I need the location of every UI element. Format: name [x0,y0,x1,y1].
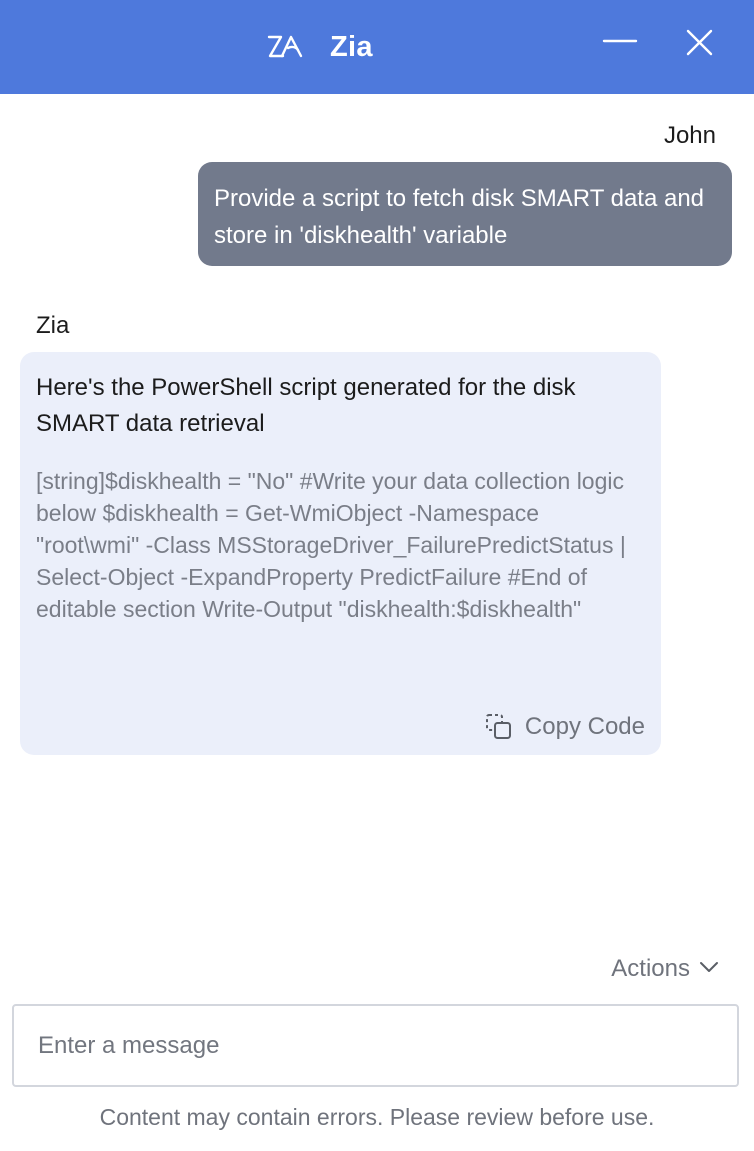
chat-header: Zia [0,0,754,94]
bot-code-snippet: [string]$diskhealth = "No" #Write your d… [36,468,626,622]
header-title-group: Zia [266,27,373,67]
close-button[interactable] [674,22,724,72]
actions-dropdown[interactable]: Actions [611,955,720,983]
bot-message-intro: Here's the PowerShell script generated f… [36,374,576,437]
copy-icon [485,714,511,739]
actions-label: Actions [611,955,690,982]
copy-code-label: Copy Code [524,713,645,740]
user-message-text: Provide a script to fetch disk SMART dat… [214,185,705,249]
user-message-bubble: Provide a script to fetch disk SMART dat… [198,162,732,266]
bot-message-bubble: Here's the PowerShell script generated f… [20,352,661,755]
header-title: Zia [330,30,373,63]
message-input[interactable] [12,1004,739,1087]
close-icon [686,29,713,56]
disclaimer-text: Content may contain errors. Please revie… [99,1104,655,1130]
chevron-down-icon [700,962,718,972]
minimize-button[interactable] [594,22,644,72]
message-sender-name: Zia [36,312,70,339]
minimize-icon [602,39,638,43]
copy-code-button[interactable]: Copy Code [485,713,645,741]
message-sender-name: John [663,122,716,149]
zia-logo-icon [267,35,303,58]
